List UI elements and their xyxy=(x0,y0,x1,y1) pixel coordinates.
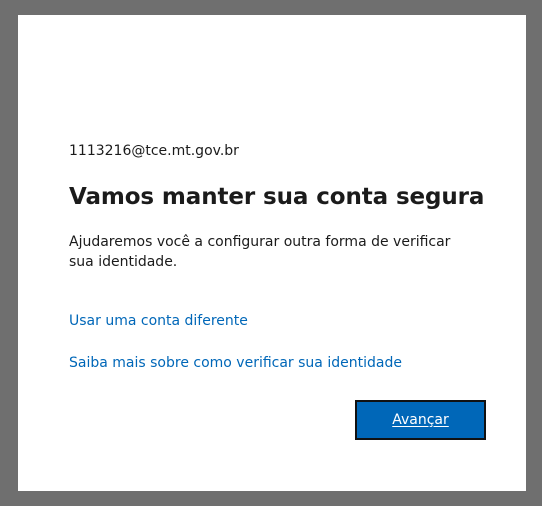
page-title: Vamos manter sua conta segura xyxy=(69,184,485,210)
next-button[interactable]: Avançar xyxy=(355,400,486,440)
learn-more-verify-identity-link[interactable]: Saiba mais sobre como verificar sua iden… xyxy=(69,355,402,371)
account-email: 1113216@tce.mt.gov.br xyxy=(69,143,239,159)
use-different-account-link[interactable]: Usar uma conta diferente xyxy=(69,313,248,329)
security-dialog: 1113216@tce.mt.gov.br Vamos manter sua c… xyxy=(18,15,526,491)
description-text: Ajudaremos você a configurar outra forma… xyxy=(69,234,451,270)
